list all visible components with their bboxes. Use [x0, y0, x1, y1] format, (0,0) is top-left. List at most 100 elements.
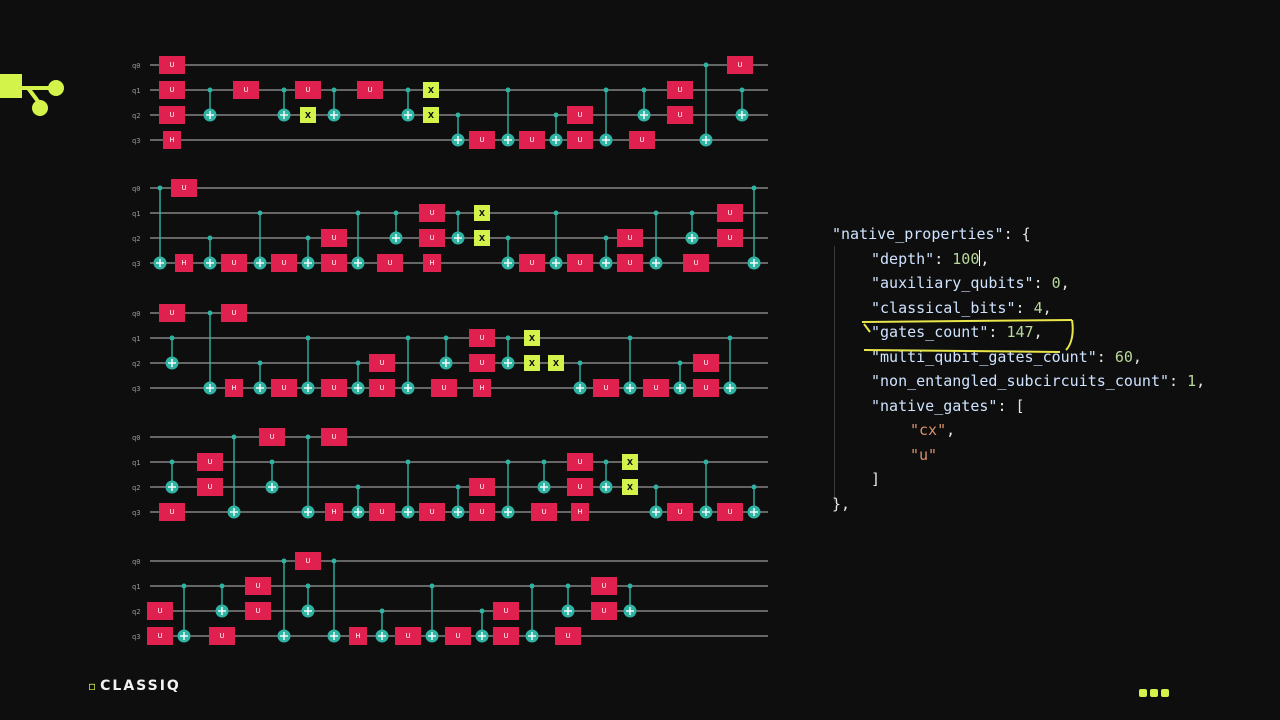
u-gate-label: U: [231, 309, 236, 317]
cx-control-dot: [379, 608, 385, 614]
qubit-label: q2: [132, 112, 140, 120]
cx-control-dot: [505, 335, 511, 341]
u-gate-label: U: [653, 384, 658, 392]
json-colon: :: [1003, 225, 1022, 243]
cx-control-dot: [479, 608, 485, 614]
cx-control-dot: [331, 558, 337, 564]
json-line: "auxiliary_qubits": 0,: [832, 271, 1262, 296]
u-gate-label: U: [169, 86, 174, 94]
json-string: "cx": [910, 421, 947, 439]
u-gate-label: U: [727, 234, 732, 242]
qubit-label: q1: [132, 335, 140, 343]
json-line: },: [832, 492, 1262, 517]
u-gate-label: U: [169, 309, 174, 317]
h-gate-label: H: [429, 259, 434, 267]
json-line: "native_gates": [: [832, 394, 1262, 419]
x-gate-label: X: [305, 111, 312, 120]
u-gate-label: U: [207, 458, 212, 466]
json-line: "native_properties": {: [832, 222, 1262, 247]
qubit-label: q2: [132, 608, 140, 616]
json-comma: ,: [1060, 274, 1070, 292]
cx-control-dot: [553, 210, 559, 216]
x-gate-label: X: [627, 458, 634, 467]
u-gate-label: U: [305, 557, 310, 565]
cx-control-dot: [393, 210, 399, 216]
brand-glyph-icon: ▫: [88, 679, 99, 693]
cx-control-dot: [207, 235, 213, 241]
u-gate-label: U: [565, 632, 570, 640]
qubit-label: q0: [132, 62, 140, 70]
cx-control-dot: [577, 360, 583, 366]
u-gate-label: U: [601, 607, 606, 615]
cx-control-dot: [405, 335, 411, 341]
cx-control-dot: [689, 210, 695, 216]
qubit-label: q1: [132, 87, 140, 95]
cx-control-dot: [703, 459, 709, 465]
more-options-icon[interactable]: [1139, 682, 1172, 701]
json-line: "non_entangled_subcircuits_count": 1,: [832, 369, 1262, 394]
cx-control-dot: [157, 185, 163, 191]
u-gate-label: U: [281, 259, 286, 267]
u-gate-label: U: [207, 483, 212, 491]
json-line: "cx",: [832, 418, 1262, 443]
h-gate-label: H: [169, 136, 174, 144]
u-gate-label: U: [677, 508, 682, 516]
cx-control-dot: [529, 583, 535, 589]
qubit-label: q2: [132, 360, 140, 368]
qubit-label: q0: [132, 185, 140, 193]
u-gate-label: U: [429, 234, 434, 242]
u-gate-label: U: [627, 259, 632, 267]
json-value: 0: [1051, 274, 1061, 292]
json-colon: :: [997, 396, 1016, 415]
u-gate-label: U: [255, 582, 260, 590]
u-gate-label: U: [379, 508, 384, 516]
json-line: "u": [832, 443, 1262, 468]
x-gate-label: X: [479, 234, 486, 243]
u-gate-label: U: [169, 111, 174, 119]
json-comma: ,: [1196, 372, 1206, 390]
classiq-logo-mark-icon: [0, 74, 64, 116]
u-gate-label: U: [577, 111, 582, 119]
u-gate-label: U: [331, 433, 336, 441]
qubit-label: q0: [132, 434, 140, 442]
u-gate-label: U: [219, 632, 224, 640]
u-gate-label: U: [601, 582, 606, 590]
brand-logo: ▫ CLASSIQ: [88, 678, 181, 694]
cx-control-dot: [331, 87, 337, 93]
u-gate-label: U: [479, 508, 484, 516]
cx-control-dot: [305, 235, 311, 241]
cx-control-dot: [565, 583, 571, 589]
json-colon: :: [1096, 347, 1115, 366]
cx-control-dot: [181, 583, 187, 589]
json-line: "classical_bits": 4,: [832, 296, 1262, 321]
json-comma: ,: [946, 421, 956, 439]
json-colon: :: [1169, 372, 1188, 390]
cx-control-dot: [751, 484, 757, 490]
x-gate-label: X: [479, 209, 486, 218]
json-key: "native_gates": [871, 396, 998, 415]
x-gate-label: X: [553, 359, 560, 368]
u-gate-label: U: [577, 458, 582, 466]
json-value: 1: [1187, 372, 1197, 390]
highlight-annotation: [861, 319, 1074, 353]
cx-control-dot: [727, 335, 733, 341]
u-gate-label: U: [727, 209, 732, 217]
json-code-view: "native_properties": {"depth": 100, "auxi…: [832, 222, 1262, 516]
cx-control-dot: [455, 210, 461, 216]
h-gate-label: H: [331, 508, 336, 516]
u-gate-label: U: [577, 259, 582, 267]
cx-control-dot: [603, 87, 609, 93]
cx-control-dot: [703, 62, 709, 68]
cx-control-dot: [219, 583, 225, 589]
qubit-label: q1: [132, 210, 140, 218]
u-gate-label: U: [429, 508, 434, 516]
u-gate-label: U: [479, 334, 484, 342]
h-gate-label: H: [479, 384, 484, 392]
u-gate-label: U: [441, 384, 446, 392]
brand-name: CLASSIQ: [100, 678, 181, 694]
u-gate-label: U: [703, 359, 708, 367]
u-gate-label: U: [243, 86, 248, 94]
u-gate-label: U: [541, 508, 546, 516]
cx-control-dot: [505, 459, 511, 465]
u-gate-label: U: [169, 508, 174, 516]
